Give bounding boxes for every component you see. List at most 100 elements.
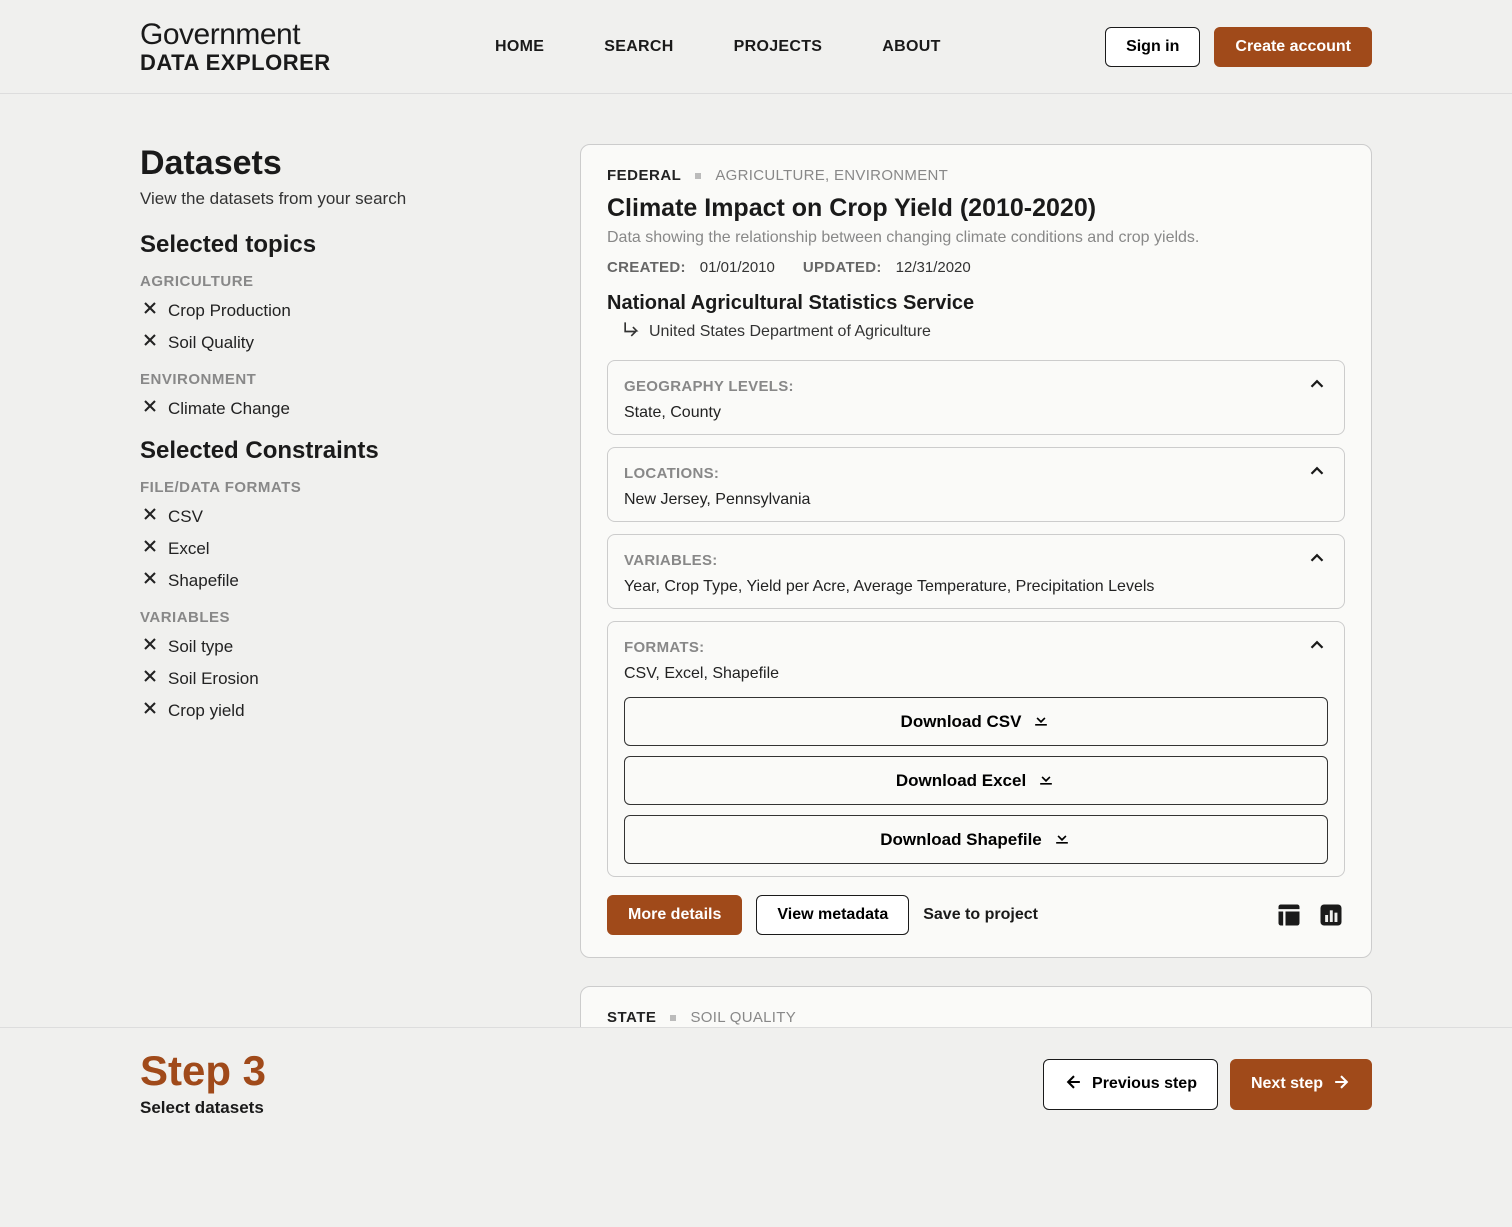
created-value: 01/01/2010 [700,259,775,276]
page-title: Datasets [140,144,480,183]
variable-chip-soil-type[interactable]: Soil type [140,632,480,661]
updated-label: UPDATED: [803,259,882,276]
sign-in-button[interactable]: Sign in [1105,27,1200,67]
separator-icon [695,173,701,179]
nav-home[interactable]: HOME [495,38,544,56]
constraints-heading: Selected Constraints [140,437,480,465]
table-view-button[interactable] [1275,901,1303,929]
chip-label: Crop yield [168,701,245,721]
close-icon [140,634,160,659]
dataset-level: FEDERAL [607,167,681,184]
updated-value: 12/31/2020 [896,259,971,276]
locations-toggle[interactable]: LOCATIONS: [624,460,1328,487]
close-icon [140,666,160,691]
chip-label: Excel [168,539,210,559]
parent-org-name: United States Department of Agriculture [649,323,931,341]
geography-value: State, County [624,404,1328,422]
formats-toggle[interactable]: FORMATS: [624,634,1328,661]
topic-chip-climate-change[interactable]: Climate Change [140,394,480,423]
geography-toggle[interactable]: GEOGRAPHY LEVELS: [624,373,1328,400]
section-label: VARIABLES: [624,552,718,569]
locations-value: New Jersey, Pennsylvania [624,491,1328,509]
download-excel-button[interactable]: Download Excel [624,756,1328,805]
brand-logo: Government DATA EXPLORER [140,18,331,75]
geography-section: GEOGRAPHY LEVELS: State, County [607,360,1345,435]
topic-group-environment: ENVIRONMENT [140,371,480,388]
section-label: FORMATS: [624,639,704,656]
table-icon [1275,916,1303,933]
close-icon [140,298,160,323]
dataset-title: Climate Impact on Crop Yield (2010-2020) [607,194,1345,223]
chevron-up-icon [1306,547,1328,574]
topic-chip-crop-production[interactable]: Crop Production [140,296,480,325]
created-label: CREATED: [607,259,686,276]
chip-label: Crop Production [168,301,291,321]
chip-label: Climate Change [168,399,290,419]
chevron-up-icon [1306,373,1328,400]
formats-section: FORMATS: CSV, Excel, Shapefile Download … [607,621,1345,877]
chevron-up-icon [1306,634,1328,661]
results-list: FEDERAL AGRICULTURE, ENVIRONMENT Climate… [580,144,1372,1087]
chip-label: Soil type [168,637,233,657]
arrow-right-icon [1331,1072,1351,1097]
download-icon [1031,709,1051,734]
close-icon [140,504,160,529]
close-icon [140,698,160,723]
button-label: Previous step [1092,1075,1197,1093]
arrow-left-icon [1064,1072,1084,1097]
close-icon [140,396,160,421]
constraint-group-variables: VARIABLES [140,609,480,626]
constraint-group-formats: FILE/DATA FORMATS [140,479,480,496]
main-nav: HOME SEARCH PROJECTS ABOUT [495,38,941,56]
dataset-categories: AGRICULTURE, ENVIRONMENT [715,167,948,184]
format-chip-excel[interactable]: Excel [140,534,480,563]
dataset-level: STATE [607,1009,656,1026]
variables-toggle[interactable]: VARIABLES: [624,547,1328,574]
download-label: Download Shapefile [880,830,1042,850]
close-icon [140,568,160,593]
auth-actions: Sign in Create account [1105,27,1372,67]
save-to-project-button[interactable]: Save to project [923,906,1038,924]
variables-value: Year, Crop Type, Yield per Acre, Average… [624,578,1328,596]
chart-view-button[interactable] [1317,901,1345,929]
download-icon [1036,768,1056,793]
format-chip-shapefile[interactable]: Shapefile [140,566,480,595]
topic-chip-soil-quality[interactable]: Soil Quality [140,328,480,357]
nav-projects[interactable]: PROJECTS [734,38,823,56]
dataset-categories: SOIL QUALITY [690,1009,796,1026]
subdirectory-arrow-icon [621,319,641,344]
download-icon [1052,827,1072,852]
dataset-description: Data showing the relationship between ch… [607,229,1345,247]
wizard-footer: Step 3 Select datasets Previous step Nex… [0,1027,1512,1148]
variable-chip-soil-erosion[interactable]: Soil Erosion [140,664,480,693]
create-account-button[interactable]: Create account [1214,27,1372,67]
more-details-button[interactable]: More details [607,895,742,935]
step-title: Step 3 [140,1050,266,1092]
next-step-button[interactable]: Next step [1230,1059,1372,1110]
download-shapefile-button[interactable]: Download Shapefile [624,815,1328,864]
download-label: Download CSV [901,712,1022,732]
dataset-parent-org: United States Department of Agriculture [621,319,1345,344]
page-subtitle: View the datasets from your search [140,189,480,209]
nav-search[interactable]: SEARCH [604,38,673,56]
previous-step-button[interactable]: Previous step [1043,1059,1218,1110]
chevron-up-icon [1306,460,1328,487]
download-csv-button[interactable]: Download CSV [624,697,1328,746]
app-header: Government DATA EXPLORER HOME SEARCH PRO… [0,0,1512,94]
format-chip-csv[interactable]: CSV [140,502,480,531]
dataset-card: FEDERAL AGRICULTURE, ENVIRONMENT Climate… [580,144,1372,958]
variable-chip-crop-yield[interactable]: Crop yield [140,696,480,725]
nav-about[interactable]: ABOUT [882,38,940,56]
chip-label: CSV [168,507,203,527]
bar-chart-icon [1317,916,1345,933]
separator-icon [670,1015,676,1021]
locations-section: LOCATIONS: New Jersey, Pennsylvania [607,447,1345,522]
chip-label: Soil Erosion [168,669,259,689]
section-label: GEOGRAPHY LEVELS: [624,378,794,395]
close-icon [140,536,160,561]
view-metadata-button[interactable]: View metadata [756,895,909,935]
chip-label: Shapefile [168,571,239,591]
button-label: Next step [1251,1075,1323,1093]
brand-top: Government [140,18,331,51]
close-icon [140,330,160,355]
